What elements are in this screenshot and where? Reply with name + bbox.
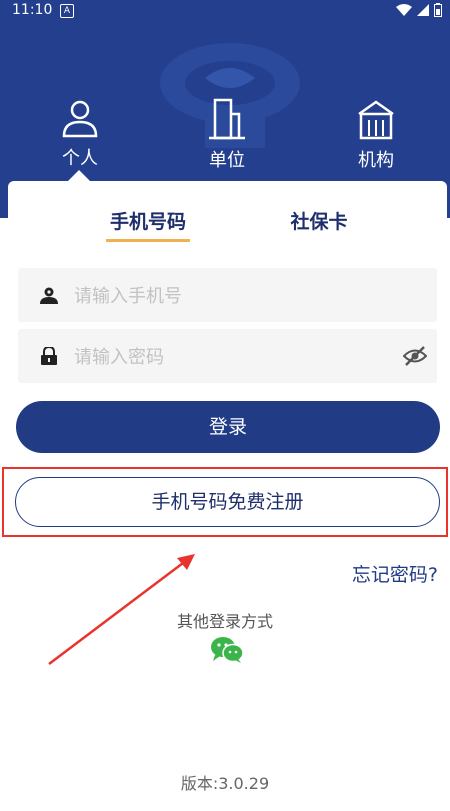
other-login-label: 其他登录方式 <box>176 612 273 631</box>
login-button[interactable]: 登录 <box>16 401 440 453</box>
active-tab-underline <box>106 239 190 242</box>
building-icon <box>209 98 245 140</box>
status-time: 11:10 <box>12 2 53 18</box>
version-label: 版本:3.0.29 <box>180 774 270 793</box>
password-input[interactable] <box>72 339 396 375</box>
tab-phone-login-label: 手机号码 <box>109 211 186 233</box>
register-button[interactable]: 手机号码免费注册 <box>15 477 440 527</box>
tab-personal[interactable]: 个人 <box>25 98 135 173</box>
signal-icon <box>417 4 429 16</box>
wifi-icon <box>396 4 412 16</box>
forgot-password-link[interactable]: 忘记密码? <box>352 560 438 587</box>
phone-input[interactable] <box>72 278 396 314</box>
password-field <box>18 329 437 383</box>
person-icon <box>62 100 98 138</box>
institution-icon <box>358 100 394 140</box>
lock-icon <box>41 347 57 365</box>
tab-institution[interactable]: 机构 <box>321 98 431 173</box>
tab-social-card-login[interactable]: 社保卡 <box>286 207 352 234</box>
tab-unit[interactable]: 单位 <box>172 98 282 173</box>
tab-phone-login[interactable]: 手机号码 <box>106 207 190 242</box>
phone-field <box>18 268 437 322</box>
eye-off-icon[interactable] <box>403 345 427 367</box>
selected-tab-pointer <box>68 170 90 181</box>
notification-icon: A <box>60 4 74 18</box>
user-icon <box>40 287 58 304</box>
tab-institution-label: 机构 <box>358 150 394 171</box>
tab-unit-label: 单位 <box>209 150 245 171</box>
tab-social-card-label: 社保卡 <box>290 211 348 233</box>
tab-personal-label: 个人 <box>62 148 98 169</box>
status-bar: 11:10 A <box>0 0 450 22</box>
battery-icon <box>434 3 442 17</box>
wechat-icon[interactable] <box>210 636 244 664</box>
